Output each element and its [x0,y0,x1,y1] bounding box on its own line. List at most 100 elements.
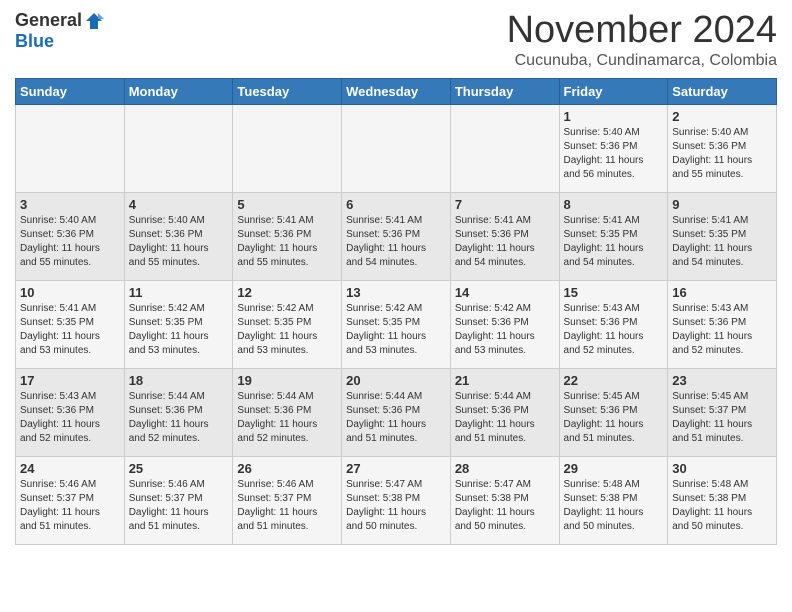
day-number: 25 [129,461,229,476]
day-info: Sunrise: 5:40 AM Sunset: 5:36 PM Dayligh… [672,126,772,182]
day-number: 16 [672,285,772,300]
day-number: 27 [346,461,446,476]
weekday-header-saturday: Saturday [668,78,777,104]
day-info: Sunrise: 5:46 AM Sunset: 5:37 PM Dayligh… [129,478,229,534]
day-info: Sunrise: 5:41 AM Sunset: 5:35 PM Dayligh… [20,302,120,358]
day-number: 22 [564,373,664,388]
day-number: 4 [129,197,229,212]
logo-blue-text: Blue [15,31,54,52]
day-number: 21 [455,373,555,388]
week-row-4: 17 Sunrise: 5:43 AM Sunset: 5:36 PM Dayli… [16,368,777,456]
calendar-cell: 27 Sunrise: 5:47 AM Sunset: 5:38 PM Dayli… [342,456,451,544]
day-info: Sunrise: 5:40 AM Sunset: 5:36 PM Dayligh… [129,214,229,270]
day-number: 2 [672,109,772,124]
day-info: Sunrise: 5:43 AM Sunset: 5:36 PM Dayligh… [20,390,120,446]
calendar-cell [233,104,342,192]
day-number: 24 [20,461,120,476]
calendar-cell: 5 Sunrise: 5:41 AM Sunset: 5:36 PM Daylig… [233,192,342,280]
day-info: Sunrise: 5:44 AM Sunset: 5:36 PM Dayligh… [455,390,555,446]
calendar-cell: 26Sunrise: 5:46 AM Sunset: 5:37 PM Dayli… [233,456,342,544]
calendar-cell [124,104,233,192]
calendar-cell: 25 Sunrise: 5:46 AM Sunset: 5:37 PM Dayli… [124,456,233,544]
day-info: Sunrise: 5:42 AM Sunset: 5:36 PM Dayligh… [455,302,555,358]
day-number: 6 [346,197,446,212]
day-number: 8 [564,197,664,212]
calendar-cell: 15 Sunrise: 5:43 AM Sunset: 5:36 PM Dayli… [559,280,668,368]
calendar-cell: 6 Sunrise: 5:41 AM Sunset: 5:36 PM Daylig… [342,192,451,280]
calendar-cell: 13 Sunrise: 5:42 AM Sunset: 5:35 PM Dayli… [342,280,451,368]
day-info: Sunrise: 5:41 AM Sunset: 5:35 PM Dayligh… [672,214,772,270]
day-info: Sunrise: 5:40 AM Sunset: 5:36 PM Dayligh… [20,214,120,270]
day-info: Sunrise: 5:44 AM Sunset: 5:36 PM Dayligh… [346,390,446,446]
calendar-cell: 23 Sunrise: 5:45 AM Sunset: 5:37 PM Dayli… [668,368,777,456]
weekday-header-friday: Friday [559,78,668,104]
calendar-cell: 3Sunrise: 5:40 AM Sunset: 5:36 PM Daylig… [16,192,125,280]
day-number: 30 [672,461,772,476]
day-number: 18 [129,373,229,388]
day-info: Sunrise: 5:46 AM Sunset: 5:37 PM Dayligh… [20,478,120,534]
calendar-cell: 7Sunrise: 5:41 AM Sunset: 5:36 PM Daylig… [450,192,559,280]
calendar-cell: 30 Sunrise: 5:48 AM Sunset: 5:38 PM Dayli… [668,456,777,544]
logo-icon [84,11,104,31]
day-info: Sunrise: 5:41 AM Sunset: 5:36 PM Dayligh… [455,214,555,270]
calendar-cell: 10Sunrise: 5:41 AM Sunset: 5:35 PM Dayli… [16,280,125,368]
calendar-cell [342,104,451,192]
day-number: 9 [672,197,772,212]
week-row-3: 10Sunrise: 5:41 AM Sunset: 5:35 PM Dayli… [16,280,777,368]
day-info: Sunrise: 5:43 AM Sunset: 5:36 PM Dayligh… [564,302,664,358]
calendar-table: SundayMondayTuesdayWednesdayThursdayFrid… [15,78,777,545]
weekday-header-sunday: Sunday [16,78,125,104]
day-info: Sunrise: 5:41 AM Sunset: 5:35 PM Dayligh… [564,214,664,270]
day-number: 17 [20,373,120,388]
weekday-header-thursday: Thursday [450,78,559,104]
calendar-cell [16,104,125,192]
calendar-cell: 17 Sunrise: 5:43 AM Sunset: 5:36 PM Dayli… [16,368,125,456]
calendar-cell: 8 Sunrise: 5:41 AM Sunset: 5:35 PM Daylig… [559,192,668,280]
day-number: 15 [564,285,664,300]
day-info: Sunrise: 5:42 AM Sunset: 5:35 PM Dayligh… [346,302,446,358]
calendar-cell: 20 Sunrise: 5:44 AM Sunset: 5:36 PM Dayli… [342,368,451,456]
logo-general-text: General [15,10,82,31]
day-info: Sunrise: 5:41 AM Sunset: 5:36 PM Dayligh… [237,214,337,270]
day-info: Sunrise: 5:48 AM Sunset: 5:38 PM Dayligh… [672,478,772,534]
day-number: 19 [237,373,337,388]
day-info: Sunrise: 5:42 AM Sunset: 5:35 PM Dayligh… [129,302,229,358]
week-row-1: 1Sunrise: 5:40 AM Sunset: 5:36 PM Daylig… [16,104,777,192]
day-number: 11 [129,285,229,300]
month-title: November 2024 [507,10,777,52]
day-info: Sunrise: 5:44 AM Sunset: 5:36 PM Dayligh… [237,390,337,446]
calendar-cell: 11 Sunrise: 5:42 AM Sunset: 5:35 PM Dayli… [124,280,233,368]
day-info: Sunrise: 5:47 AM Sunset: 5:38 PM Dayligh… [346,478,446,534]
calendar-cell: 9 Sunrise: 5:41 AM Sunset: 5:35 PM Daylig… [668,192,777,280]
header: General Blue November 2024 Cucunuba, Cun… [15,10,777,70]
day-number: 14 [455,285,555,300]
weekday-header-row: SundayMondayTuesdayWednesdayThursdayFrid… [16,78,777,104]
week-row-2: 3Sunrise: 5:40 AM Sunset: 5:36 PM Daylig… [16,192,777,280]
calendar-cell: 16 Sunrise: 5:43 AM Sunset: 5:36 PM Dayli… [668,280,777,368]
day-number: 20 [346,373,446,388]
logo: General Blue [15,10,104,52]
day-info: Sunrise: 5:46 AM Sunset: 5:37 PM Dayligh… [237,478,337,534]
weekday-header-monday: Monday [124,78,233,104]
calendar-cell: 29Sunrise: 5:48 AM Sunset: 5:38 PM Dayli… [559,456,668,544]
day-info: Sunrise: 5:47 AM Sunset: 5:38 PM Dayligh… [455,478,555,534]
weekday-header-wednesday: Wednesday [342,78,451,104]
weekday-header-tuesday: Tuesday [233,78,342,104]
day-info: Sunrise: 5:41 AM Sunset: 5:36 PM Dayligh… [346,214,446,270]
day-number: 5 [237,197,337,212]
title-block: November 2024 Cucunuba, Cundinamarca, Co… [507,10,777,70]
calendar-cell [450,104,559,192]
day-info: Sunrise: 5:45 AM Sunset: 5:36 PM Dayligh… [564,390,664,446]
calendar-cell: 4 Sunrise: 5:40 AM Sunset: 5:36 PM Daylig… [124,192,233,280]
day-number: 23 [672,373,772,388]
day-info: Sunrise: 5:48 AM Sunset: 5:38 PM Dayligh… [564,478,664,534]
calendar-cell: 14 Sunrise: 5:42 AM Sunset: 5:36 PM Dayli… [450,280,559,368]
week-row-5: 24 Sunrise: 5:46 AM Sunset: 5:37 PM Dayli… [16,456,777,544]
calendar-cell: 18Sunrise: 5:44 AM Sunset: 5:36 PM Dayli… [124,368,233,456]
day-info: Sunrise: 5:45 AM Sunset: 5:37 PM Dayligh… [672,390,772,446]
day-info: Sunrise: 5:43 AM Sunset: 5:36 PM Dayligh… [672,302,772,358]
day-info: Sunrise: 5:42 AM Sunset: 5:35 PM Dayligh… [237,302,337,358]
day-number: 13 [346,285,446,300]
calendar-cell: 24 Sunrise: 5:46 AM Sunset: 5:37 PM Dayli… [16,456,125,544]
calendar-cell: 12Sunrise: 5:42 AM Sunset: 5:35 PM Dayli… [233,280,342,368]
